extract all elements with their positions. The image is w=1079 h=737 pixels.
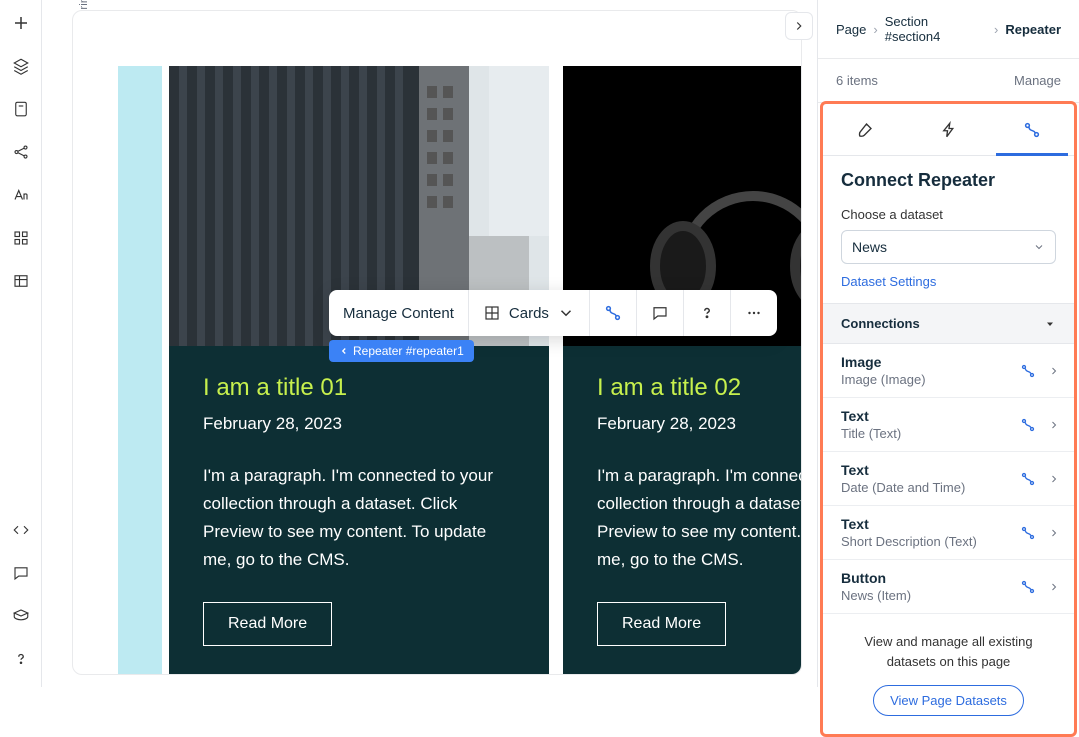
card-title: I am a title 02: [597, 374, 802, 402]
connect-icon: [1020, 471, 1036, 487]
manage-content-button[interactable]: Manage Content: [329, 290, 469, 336]
add-icon[interactable]: [12, 14, 30, 35]
tab-connect[interactable]: [990, 104, 1074, 155]
connect-icon: [1020, 525, 1036, 541]
share-icon[interactable]: [12, 143, 30, 164]
choose-dataset-label: Choose a dataset: [841, 207, 1056, 222]
tab-design[interactable]: [823, 104, 907, 155]
breadcrumb: Page › Section #section4 › Repeater: [818, 0, 1079, 59]
left-toolbar: [0, 0, 42, 687]
chevron-right-icon: ›: [873, 22, 877, 37]
breadcrumb-page[interactable]: Page: [836, 22, 866, 37]
comment-icon[interactable]: [12, 564, 30, 585]
help-icon[interactable]: [684, 290, 731, 336]
breadcrumb-current: Repeater: [1005, 22, 1061, 37]
card-date: February 28, 2023: [597, 414, 802, 434]
table-icon[interactable]: [12, 272, 30, 293]
inspector-panel: Page › Section #section4 › Repeater 6 it…: [817, 0, 1079, 687]
bolt-icon: [940, 121, 958, 139]
connections-header[interactable]: Connections: [823, 303, 1074, 344]
connect-data-icon[interactable]: [590, 290, 637, 336]
panel-title: Connect Repeater: [841, 170, 1056, 191]
code-icon[interactable]: [12, 521, 30, 542]
connection-type: Text: [841, 462, 965, 478]
view-page-datasets-button[interactable]: View Page Datasets: [873, 685, 1024, 716]
comments-icon[interactable]: [637, 290, 684, 336]
connection-field: Short Description (Text): [841, 534, 977, 549]
repeater-item[interactable]: I am a title 01 February 28, 2023 I'm a …: [169, 66, 549, 675]
tab-interactions[interactable]: [907, 104, 991, 155]
layout-selector[interactable]: Cards: [469, 290, 590, 336]
card-date: February 28, 2023: [203, 414, 515, 434]
brush-icon: [856, 121, 874, 139]
footer-text: View and manage all existing datasets on…: [841, 632, 1056, 671]
more-icon[interactable]: [731, 290, 777, 336]
connect-icon: [1023, 121, 1041, 139]
connection-row[interactable]: Image Image (Image): [823, 344, 1074, 398]
repeater[interactable]: I am a title 01 February 28, 2023 I'm a …: [169, 66, 802, 675]
canvas: Desktop (Primary) I am a title 01 Februa…: [42, 0, 817, 687]
section-handle[interactable]: [118, 66, 162, 675]
caret-down-icon: [1044, 318, 1056, 330]
manage-link[interactable]: Manage: [1014, 73, 1061, 88]
connection-row[interactable]: Text Title (Text): [823, 398, 1074, 452]
layout-label: Cards: [509, 305, 549, 322]
chevron-down-icon: [557, 304, 575, 322]
dataset-select[interactable]: News: [841, 230, 1056, 264]
chevron-right-icon: [1048, 527, 1060, 539]
chevron-right-icon: ›: [994, 22, 998, 37]
card-title: I am a title 01: [203, 374, 515, 402]
element-toolbar: Manage Content Cards: [329, 290, 777, 336]
connection-type: Text: [841, 516, 977, 532]
items-count: 6 items: [836, 73, 878, 88]
connection-type: Button: [841, 570, 911, 586]
chevron-down-icon: [1033, 241, 1045, 253]
connection-row[interactable]: Text Short Description (Text): [823, 506, 1074, 560]
layers-icon[interactable]: [12, 57, 30, 78]
connection-row[interactable]: Button News (Item): [823, 560, 1074, 614]
read-more-button[interactable]: Read More: [597, 602, 726, 646]
connect-icon: [1020, 417, 1036, 433]
collapse-panel-button[interactable]: [785, 12, 813, 40]
repeater-item[interactable]: I am a title 02 February 28, 2023 I'm a …: [563, 66, 802, 675]
typography-icon[interactable]: [12, 186, 30, 207]
connection-type: Image: [841, 354, 926, 370]
read-more-button[interactable]: Read More: [203, 602, 332, 646]
breadcrumb-section[interactable]: Section #section4: [885, 14, 987, 44]
chevron-right-icon: [1048, 419, 1060, 431]
card-description: I'm a paragraph. I'm connected to your c…: [203, 462, 515, 574]
chevron-right-icon: [1048, 473, 1060, 485]
connection-row[interactable]: Text Date (Date and Time): [823, 452, 1074, 506]
page-icon[interactable]: [12, 100, 30, 121]
panel-tabs: [823, 104, 1074, 156]
chevron-right-icon: [1048, 581, 1060, 593]
learn-icon[interactable]: [12, 607, 30, 628]
dataset-selected-value: News: [852, 239, 887, 255]
dataset-settings-link[interactable]: Dataset Settings: [841, 274, 936, 289]
chevron-right-icon: [1048, 365, 1060, 377]
connect-icon: [1020, 363, 1036, 379]
connection-type: Text: [841, 408, 901, 424]
connection-field: Date (Date and Time): [841, 480, 965, 495]
grid-icon[interactable]: [12, 229, 30, 250]
connection-field: Title (Text): [841, 426, 901, 441]
connection-field: Image (Image): [841, 372, 926, 387]
connection-field: News (Item): [841, 588, 911, 603]
repeater-tag[interactable]: Repeater #repeater1: [329, 340, 474, 362]
card-description: I'm a paragraph. I'm connected to your c…: [597, 462, 802, 574]
help-icon[interactable]: [12, 650, 30, 671]
connect-icon: [1020, 579, 1036, 595]
